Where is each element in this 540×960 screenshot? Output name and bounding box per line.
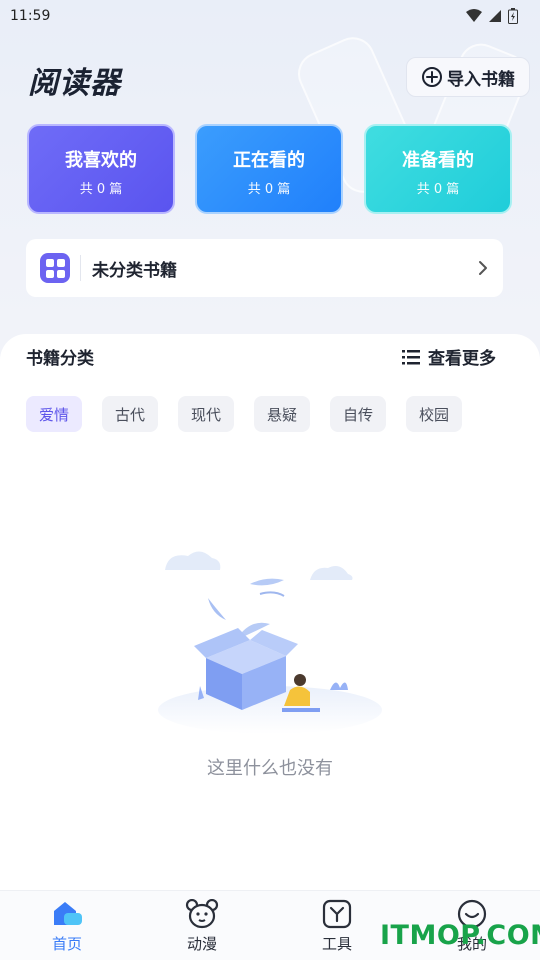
card-title: 我喜欢的	[65, 150, 137, 171]
card-title: 正在看的	[233, 150, 305, 171]
uncategorized-books-row[interactable]: 未分类书籍	[26, 239, 503, 297]
card-title: 准备看的	[402, 150, 474, 171]
nav-home[interactable]: 首页	[27, 891, 107, 960]
divider	[80, 255, 81, 281]
nav-anime[interactable]: 动漫	[162, 891, 242, 960]
import-books-label: 导入书籍	[447, 69, 515, 90]
empty-state-text: 这里什么也没有	[207, 758, 333, 779]
status-bar: 11:59	[0, 0, 540, 32]
empty-box-illustration	[158, 551, 382, 734]
card-count: 共 0 篇	[416, 182, 460, 197]
card-count: 共 0 篇	[79, 182, 123, 197]
nav-home-label: 首页	[51, 935, 82, 953]
category-tags: 爱情 古代 现代 悬疑 自传 校园	[26, 396, 462, 432]
list-icon	[402, 349, 420, 364]
grid-icon	[40, 253, 70, 283]
wifi-icon	[466, 9, 482, 22]
watermark: ITMOP.COM	[380, 920, 540, 951]
favorites-card[interactable]: 我喜欢的 共 0 篇	[27, 124, 175, 214]
nav-tools-label: 工具	[321, 935, 352, 953]
battery-icon	[508, 8, 518, 24]
home-icon	[54, 902, 82, 925]
reading-card[interactable]: 正在看的 共 0 篇	[195, 124, 343, 214]
section-title: 书籍分类	[26, 349, 94, 369]
view-more-label: 查看更多	[428, 349, 496, 369]
tag-autobiography[interactable]: 自传	[330, 396, 386, 432]
tag-modern[interactable]: 现代	[178, 396, 234, 432]
plus-circle-icon	[422, 67, 442, 87]
to-read-card[interactable]: 准备看的 共 0 篇	[364, 124, 512, 214]
import-books-button[interactable]: 导入书籍	[406, 57, 530, 97]
tag-mystery[interactable]: 悬疑	[254, 396, 310, 432]
card-count: 共 0 篇	[247, 182, 291, 197]
status-time: 11:59	[10, 8, 51, 24]
signal-icon	[489, 10, 501, 22]
status-icons	[466, 8, 518, 24]
nav-anime-label: 动漫	[186, 935, 217, 953]
tag-campus[interactable]: 校园	[406, 396, 462, 432]
nav-tools[interactable]: 工具	[297, 891, 377, 960]
view-more-link[interactable]: 查看更多	[402, 344, 496, 369]
app-title: 阅读器	[28, 66, 121, 101]
uncategorized-books-label: 未分类书籍	[92, 260, 177, 281]
reading-status-cards: 我喜欢的 共 0 篇 正在看的 共 0 篇 准备看的 共 0 篇	[27, 124, 513, 214]
bear-face-icon	[185, 899, 219, 929]
tag-ancient[interactable]: 古代	[102, 396, 158, 432]
chevron-right-icon	[479, 261, 487, 275]
tool-icon	[322, 899, 352, 929]
tag-romance[interactable]: 爱情	[26, 396, 82, 432]
